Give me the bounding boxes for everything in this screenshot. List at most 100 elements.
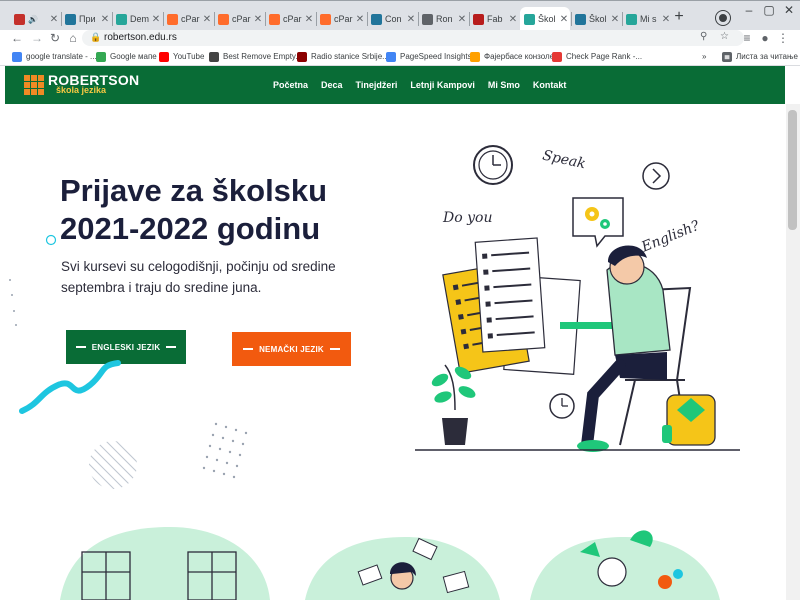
- tab-title: cPar: [232, 14, 251, 24]
- browser-tab[interactable]: При ✕: [61, 7, 111, 31]
- bookmarks-overflow-icon[interactable]: »: [702, 50, 706, 63]
- menu-kebab-icon[interactable]: ⋮: [776, 31, 790, 45]
- logo-mark-icon: [24, 75, 46, 95]
- backpack-icon: [662, 394, 716, 446]
- logo-title: ROBERTSON: [48, 72, 140, 88]
- page-scrollbar-thumb[interactable]: [788, 110, 797, 230]
- browser-tab[interactable]: Škol ✕: [571, 7, 621, 31]
- chevron-right-circle-icon: [642, 162, 670, 190]
- youtube-icon: [159, 51, 169, 62]
- profile-avatar-icon[interactable]: ●: [758, 31, 772, 45]
- tab-close-icon[interactable]: ✕: [456, 14, 468, 25]
- nav-pocetna[interactable]: Početna: [273, 80, 308, 90]
- bookmark-item[interactable]: Best Remove Empty...: [209, 50, 302, 63]
- tab-close-icon[interactable]: ✕: [558, 14, 570, 25]
- forward-icon[interactable]: →: [30, 31, 44, 45]
- url-text[interactable]: robertson.edu.rs: [104, 32, 177, 43]
- nav-deca[interactable]: Deca: [321, 80, 343, 90]
- bookmark-label: YouTube: [173, 52, 205, 61]
- tab-close-icon[interactable]: ✕: [609, 14, 621, 25]
- bookmark-item[interactable]: YouTube: [159, 50, 204, 63]
- tab-title: cPar: [334, 14, 353, 24]
- browser-tab[interactable]: cPar ✕: [265, 7, 315, 31]
- site-logo[interactable]: ROBERTSON škola jezika: [24, 72, 140, 95]
- browser-tab[interactable]: Škol ✕: [520, 7, 570, 31]
- german-course-button[interactable]: NEMAČKI JEZIK: [232, 332, 351, 366]
- browser-tab[interactable]: Dem ✕: [112, 7, 162, 31]
- tab-title: Con: [385, 14, 402, 24]
- bookmark-star-icon[interactable]: ☆: [720, 31, 729, 42]
- new-tab-button[interactable]: +: [670, 9, 688, 27]
- main-nav: Početna Deca Tinejdžeri Letnji Kampovi M…: [273, 66, 579, 104]
- tab-strip: 🔊 ✕ При ✕ Dem ✕ cPar ✕ cPar ✕ cPar ✕ cPar ✕ Con ✕ Ron ✕ Fa…: [0, 0, 800, 31]
- reading-list-icon: ≣: [722, 51, 732, 62]
- tab-close-icon[interactable]: ✕: [354, 14, 366, 25]
- minimize-icon[interactable]: –: [738, 3, 760, 17]
- maximize-icon[interactable]: ▢: [758, 3, 780, 17]
- cpanel-icon: [167, 13, 178, 25]
- nav-letnji-kampovi[interactable]: Letnji Kampovi: [410, 80, 475, 90]
- pagespeed-icon: [386, 51, 396, 62]
- radio-icon: [297, 51, 307, 62]
- shield-icon: [626, 13, 637, 25]
- striped-circle-decoration: [89, 441, 137, 489]
- tab-search-icon[interactable]: [716, 11, 730, 25]
- browser-tab[interactable]: Con ✕: [367, 7, 417, 31]
- browser-tab[interactable]: cPar ✕: [316, 7, 366, 31]
- tab-close-icon[interactable]: ✕: [150, 14, 162, 25]
- nav-mi-smo[interactable]: Mi Smo: [488, 80, 520, 90]
- pagerank-icon: [552, 51, 562, 62]
- fab-icon: [473, 13, 484, 25]
- tab-title: При: [79, 14, 96, 24]
- nav-tinejdzeri[interactable]: Tinejdžeri: [356, 80, 398, 90]
- bookmark-label: PageSpeed Insights: [400, 52, 472, 61]
- bookmark-item[interactable]: Check Page Rank -...: [552, 50, 642, 63]
- browser-tab[interactable]: Mi s ✕: [622, 7, 672, 31]
- gears-speech-bubble-icon: [572, 197, 624, 248]
- left-dots-decoration: [9, 279, 17, 326]
- browser-tab[interactable]: Ron ✕: [418, 7, 468, 31]
- media-control-icon[interactable]: ≡: [740, 31, 754, 45]
- tab-title: cPar: [181, 14, 200, 24]
- cpanel-icon: [269, 13, 280, 25]
- ring-decoration: [45, 234, 57, 246]
- tab-close-icon[interactable]: ✕: [405, 14, 417, 25]
- reload-icon[interactable]: ↻: [48, 31, 62, 45]
- dot-grid-decoration-2: [202, 422, 248, 479]
- bookmark-item[interactable]: Google мапе: [96, 50, 157, 63]
- firebase-icon: [470, 51, 480, 62]
- nav-kontakt[interactable]: Kontakt: [533, 80, 567, 90]
- maps-pin-icon: [96, 51, 106, 62]
- tab-close-icon[interactable]: ✕: [48, 14, 60, 25]
- bookmark-item[interactable]: Фајербасе конзоле: [470, 50, 554, 63]
- tab-close-icon[interactable]: ✕: [99, 14, 111, 25]
- shield-icon: [116, 13, 127, 25]
- browser-tab[interactable]: Fab ✕: [469, 7, 519, 31]
- bookmark-label: google translate - ...: [26, 52, 97, 61]
- back-icon[interactable]: ←: [10, 31, 24, 45]
- browser-tab[interactable]: 🔊 ✕: [10, 7, 60, 31]
- cpanel-icon: [218, 13, 229, 25]
- card-illustration-teens: [305, 537, 500, 600]
- tab-close-icon[interactable]: ✕: [252, 14, 264, 25]
- home-icon[interactable]: ⌂: [66, 31, 80, 45]
- bookmark-item[interactable]: PageSpeed Insights: [386, 50, 472, 63]
- tab-close-icon[interactable]: ✕: [201, 14, 213, 25]
- small-clock-icon: [549, 393, 575, 419]
- bookmark-label: Google мапе: [110, 52, 157, 61]
- bookmark-item[interactable]: google translate - ...: [12, 50, 97, 63]
- browser-tab[interactable]: cPar ✕: [163, 7, 213, 31]
- audio-playing-icon[interactable]: 🔊: [28, 15, 38, 24]
- browser-tab[interactable]: cPar ✕: [214, 7, 264, 31]
- desk-icon: [560, 322, 620, 329]
- close-window-icon[interactable]: ✕: [778, 3, 800, 17]
- clock-icon: [473, 145, 513, 185]
- tab-close-icon[interactable]: ✕: [303, 14, 315, 25]
- bookmark-item[interactable]: Radio stanice Srbije...: [297, 50, 389, 63]
- reading-list-button[interactable]: ≣ Листа за читање: [722, 50, 798, 63]
- tab-title: Fab: [487, 14, 503, 24]
- tab-close-icon[interactable]: ✕: [507, 14, 519, 25]
- course-cards-preview: [60, 527, 720, 600]
- zoom-search-icon[interactable]: ⚲: [700, 31, 707, 42]
- address-bar[interactable]: 🔒 robertson.edu.rs ⚲ ☆: [82, 30, 744, 46]
